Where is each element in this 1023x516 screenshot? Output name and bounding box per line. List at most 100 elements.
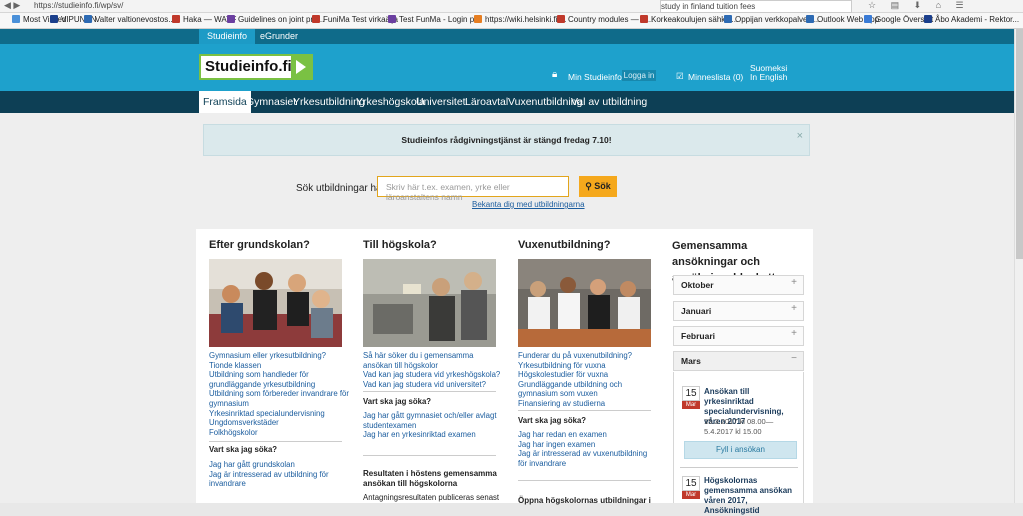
link-item[interactable]: Yrkesinriktad specialundervisning bbox=[209, 409, 349, 419]
plus-icon: + bbox=[791, 328, 797, 339]
close-icon[interactable]: × bbox=[797, 121, 803, 151]
link-item[interactable]: Vad kan jag studera vid universitet? bbox=[363, 380, 503, 390]
vuxenutbildning-links: Funderar du på vuxenutbildning? Yrkesutb… bbox=[518, 351, 658, 409]
link-item[interactable]: Jag har gått gymnasiet och/eller avlagt … bbox=[363, 411, 503, 430]
subhead-vart-ska-jag-soka: Vart ska jag söka? bbox=[209, 445, 278, 454]
event-time: 15.3.2017 kl 08.00—5.4.2017 kl 15.00 bbox=[704, 417, 774, 436]
bookmark-item[interactable]: Valter valtionevostos... bbox=[84, 15, 175, 24]
apply-button[interactable]: Fyll i ansökan bbox=[684, 441, 797, 459]
column-title-grundskolan: Efter grundskolan? bbox=[209, 239, 310, 251]
bookmark-favicon-icon bbox=[724, 15, 732, 23]
divider bbox=[680, 467, 798, 468]
notice-banner: Studieinfos rådgivningstjänst är stängd … bbox=[203, 124, 810, 156]
link-item[interactable]: Jag har ingen examen bbox=[518, 440, 658, 450]
bookmark-favicon-icon bbox=[50, 15, 58, 23]
news-title[interactable]: Resultaten i höstens gemensamma ansökan … bbox=[363, 469, 503, 489]
accordion-januari[interactable]: Januari + bbox=[673, 301, 804, 321]
toolbar-icons[interactable]: ☆ ▤ ⬇ ⌂ ☰ bbox=[868, 0, 970, 11]
link-item[interactable]: Vad kan jag studera vid yrkeshögskola? bbox=[363, 370, 503, 380]
chefs-photo bbox=[518, 259, 651, 347]
hogskola-links: Så här söker du i gemensamma ansökan til… bbox=[363, 351, 503, 389]
bookmark-item[interactable]: Åbo Akademi - Rektor... bbox=[924, 15, 1019, 24]
subhead-vart-ska-jag-soka: Vart ska jag söka? bbox=[363, 397, 432, 406]
link-item[interactable]: Yrkesutbildning för vuxna bbox=[518, 361, 658, 371]
nav-yrkesutbildning[interactable]: Yrkesutbildning bbox=[293, 91, 365, 113]
bookmark-item[interactable]: Guidelines on joint pro... bbox=[227, 15, 324, 24]
search-label: Sök utbildningar här bbox=[296, 183, 385, 194]
browse-educations-link[interactable]: Bekanta dig med utbildningarna bbox=[472, 200, 585, 209]
browser-search-field[interactable]: study in finland tuition fees bbox=[660, 0, 852, 13]
link-item[interactable]: Så här söker du i gemensamma ansökan til… bbox=[363, 351, 503, 370]
logo-text: Studieinfo.fi bbox=[205, 58, 292, 75]
tab-egrunder[interactable]: eGrunder bbox=[252, 29, 306, 44]
login-button[interactable]: Logga in bbox=[622, 70, 656, 81]
divider bbox=[518, 480, 651, 481]
link-item[interactable]: Jag är intresserad av vuxenutbildning fö… bbox=[518, 449, 658, 468]
link-item[interactable]: Folkhögskolor bbox=[209, 428, 349, 438]
link-item[interactable]: Jag är intresserad av utbildning för inv… bbox=[209, 470, 349, 489]
bookmark-favicon-icon bbox=[640, 15, 648, 23]
bookmark-item[interactable]: Country modules — N... bbox=[557, 15, 653, 24]
memo-list-link[interactable]: Minneslista (0) bbox=[688, 72, 743, 82]
divider bbox=[209, 441, 342, 442]
plus-icon: + bbox=[791, 277, 797, 288]
link-item[interactable]: Utbildning som handleder för grundläggan… bbox=[209, 370, 349, 389]
search-button-label: Sök bbox=[594, 181, 611, 191]
nav-val-av-utbildning[interactable]: Val av utbildning bbox=[571, 91, 647, 113]
accordion-oktober[interactable]: Oktober + bbox=[673, 275, 804, 295]
bookmark-item[interactable]: Test FunMa - Login p... bbox=[388, 15, 481, 24]
link-item[interactable]: Jag har gått grundskolan bbox=[209, 460, 349, 470]
site-logo[interactable]: Studieinfo.fi bbox=[199, 54, 313, 80]
event-date: 15 Mar bbox=[682, 476, 700, 499]
site-top-tabs: Studieinfo eGrunder bbox=[0, 29, 1023, 44]
browser-url-bar: ◀ ▶ https://studieinfo.fi/wp/sv/ study i… bbox=[0, 0, 1023, 13]
nav-yrkeshogskola[interactable]: Yrkeshögskola bbox=[356, 91, 425, 113]
divider bbox=[363, 391, 496, 392]
hogskola-sublinks: Jag har gått gymnasiet och/eller avlagt … bbox=[363, 411, 503, 440]
my-studieinfo-link[interactable]: Min Studieinfo bbox=[568, 72, 622, 82]
link-item[interactable]: Högskolestudier för vuxna bbox=[518, 370, 658, 380]
bookmark-label: FuniMa Test virkaäija bbox=[323, 15, 398, 24]
search-button[interactable]: ⚲ Sök bbox=[579, 176, 617, 197]
back-icon[interactable]: ◀ ▶ bbox=[4, 0, 20, 11]
bookmark-item[interactable]: FuniMa Test virkaäija bbox=[312, 15, 398, 24]
link-item[interactable]: Tionde klassen bbox=[209, 361, 349, 371]
link-item[interactable]: Ungdomsverkstäder bbox=[209, 418, 349, 428]
lang-english-link[interactable]: In English bbox=[750, 72, 787, 82]
link-item[interactable]: Jag har redan en examen bbox=[518, 430, 658, 440]
tab-studieinfo[interactable]: Studieinfo bbox=[199, 29, 256, 44]
link-item[interactable]: Funderar du på vuxenutbildning? bbox=[518, 351, 658, 361]
accordion-label: Oktober bbox=[681, 280, 714, 290]
link-item[interactable]: Jag har en yrkesinriktad examen bbox=[363, 430, 503, 440]
event-title[interactable]: Högskolornas gemensamma ansökan våren 20… bbox=[704, 476, 799, 516]
grundskolan-links: Gymnasium eller yrkesutbildning? Tionde … bbox=[209, 351, 349, 437]
bookmark-label: https://wiki.helsinki.fi/... bbox=[485, 15, 567, 24]
column-title-hogskola: Till högskola? bbox=[363, 239, 437, 251]
nav-laroavtal[interactable]: Läroavtal bbox=[465, 91, 508, 113]
accordion-mars[interactable]: Mars − bbox=[673, 351, 804, 371]
bookmark-item[interactable]: https://wiki.helsinki.fi/... bbox=[474, 15, 566, 24]
search-input[interactable]: Skriv här t.ex. examen, yrke eller läroa… bbox=[377, 176, 569, 202]
bookmark-label: Test FunMa - Login p... bbox=[399, 15, 481, 24]
main-navigation: Framsida Gymnasiet Yrkesutbildning Yrkes… bbox=[0, 91, 1023, 113]
column-title-vuxenutbildning: Vuxenutbildning? bbox=[518, 239, 611, 251]
bookmark-label: Åbo Akademi - Rektor... bbox=[935, 15, 1020, 24]
link-item[interactable]: Gymnasium eller yrkesutbildning? bbox=[209, 351, 349, 361]
bookmark-item[interactable]: Google Översätt bbox=[864, 15, 933, 24]
checkbox-icon: ☑ bbox=[676, 71, 684, 81]
accordion-februari[interactable]: Februari + bbox=[673, 326, 804, 346]
accordion-label: Januari bbox=[681, 306, 712, 316]
link-item[interactable]: Utbildning som förbereder invandrare för… bbox=[209, 389, 349, 408]
address-field[interactable]: https://studieinfo.fi/wp/sv/ bbox=[34, 0, 634, 11]
nav-gymnasiet[interactable]: Gymnasiet bbox=[246, 91, 296, 113]
page-scrollbar[interactable] bbox=[1014, 29, 1023, 503]
news-title[interactable]: Öppna högskolornas utbildningar i bbox=[518, 496, 658, 506]
link-item[interactable]: Grundläggande utbildning och gymnasium s… bbox=[518, 380, 658, 399]
bookmark-favicon-icon bbox=[388, 15, 396, 23]
nav-framsida[interactable]: Framsida bbox=[199, 91, 251, 113]
scrollbar-thumb[interactable] bbox=[1016, 29, 1023, 259]
nav-universitet[interactable]: Universitet bbox=[416, 91, 466, 113]
search-icon: ⚲ bbox=[585, 181, 595, 191]
bookmark-favicon-icon bbox=[312, 15, 320, 23]
link-item[interactable]: Finansiering av studierna bbox=[518, 399, 658, 409]
